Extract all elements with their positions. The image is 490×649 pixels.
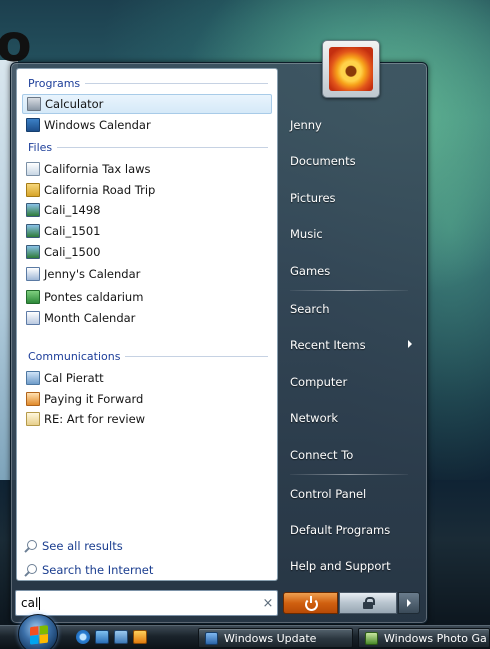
shutdown-options-button[interactable] [398,592,420,614]
taskbar-button-windows-photo-gallery[interactable]: Windows Photo Ga [358,628,490,648]
start-button[interactable] [18,614,58,649]
show-desktop-icon[interactable] [95,630,109,644]
contact-icon [26,371,40,385]
result-item-cali-1501[interactable]: Cali_1501 [22,221,272,241]
flower-icon [329,47,373,91]
right-item-control-panel[interactable]: Control Panel [282,481,422,507]
image-icon [26,245,40,259]
search-query-text: cal [21,596,41,610]
separator [290,474,408,475]
media-player-icon[interactable] [133,630,147,644]
right-item-music[interactable]: Music [282,221,422,247]
calendar-file-icon [26,311,40,325]
chevron-right-icon [407,599,411,607]
taskbar-button-windows-update[interactable]: Windows Update [198,628,353,648]
start-search-input[interactable]: cal × [15,590,278,616]
result-item-month-calendar[interactable]: Month Calendar [22,308,272,328]
power-button[interactable] [283,592,338,614]
windows-calendar-icon [26,118,40,132]
clear-search-icon[interactable]: × [259,596,277,611]
image-icon [26,203,40,217]
spreadsheet-icon [26,290,40,304]
result-item-calculator[interactable]: Calculator [22,94,272,114]
switch-windows-icon[interactable] [114,630,128,644]
right-item-computer[interactable]: Computer [282,369,422,395]
result-item-pontes-caldarium[interactable]: Pontes caldarium [22,287,272,307]
submenu-arrow-icon [408,340,412,348]
windows-start-orb-icon [30,625,48,645]
power-icon [304,596,318,611]
calendar-file-icon [26,267,40,281]
result-item-re-art-for-review[interactable]: RE: Art for review [22,409,272,429]
see-all-results-link[interactable]: See all results [24,536,264,556]
section-header-files: Files [28,140,268,154]
section-header-communications: Communications [28,349,268,363]
search-icon [24,563,37,577]
photo-gallery-icon [365,631,378,645]
separator [290,290,408,291]
search-icon [24,539,37,553]
right-item-default-programs[interactable]: Default Programs [282,517,422,543]
result-item-cali-1500[interactable]: Cali_1500 [22,242,272,262]
folder-icon [26,183,40,197]
lock-button[interactable] [339,592,397,614]
right-item-network[interactable]: Network [282,405,422,431]
result-item-california-road-trip[interactable]: California Road Trip [22,180,272,200]
right-item-games[interactable]: Games [282,258,422,284]
windows-update-icon [205,631,218,645]
document-icon [26,162,40,176]
right-item-connect-to[interactable]: Connect To [282,442,422,468]
result-item-cali-1498[interactable]: Cali_1498 [22,200,272,220]
right-item-recent-items[interactable]: Recent Items [282,332,422,358]
mail-icon [26,412,40,426]
lock-icon [363,597,375,609]
presentation-icon [26,392,40,406]
right-item-search[interactable]: Search [282,296,422,322]
right-item-documents[interactable]: Documents [282,148,422,174]
image-icon [26,224,40,238]
result-item-paying-it-forward[interactable]: Paying it Forward [22,389,272,409]
right-item-pictures[interactable]: Pictures [282,185,422,211]
right-item-help-and-support[interactable]: Help and Support [282,553,422,579]
right-item-jenny[interactable]: Jenny [282,112,422,138]
search-the-internet-link[interactable]: Search the Internet [24,560,264,580]
result-item-jennys-calendar[interactable]: Jenny's Calendar [22,264,272,284]
user-picture[interactable] [322,40,380,98]
result-item-california-tax-laws[interactable]: California Tax laws [22,159,272,179]
section-header-programs: Programs [28,76,268,90]
internet-explorer-icon[interactable] [76,630,90,644]
result-item-windows-calendar[interactable]: Windows Calendar [22,115,272,135]
result-item-cal-pieratt[interactable]: Cal Pieratt [22,368,272,388]
calculator-icon [27,97,41,111]
